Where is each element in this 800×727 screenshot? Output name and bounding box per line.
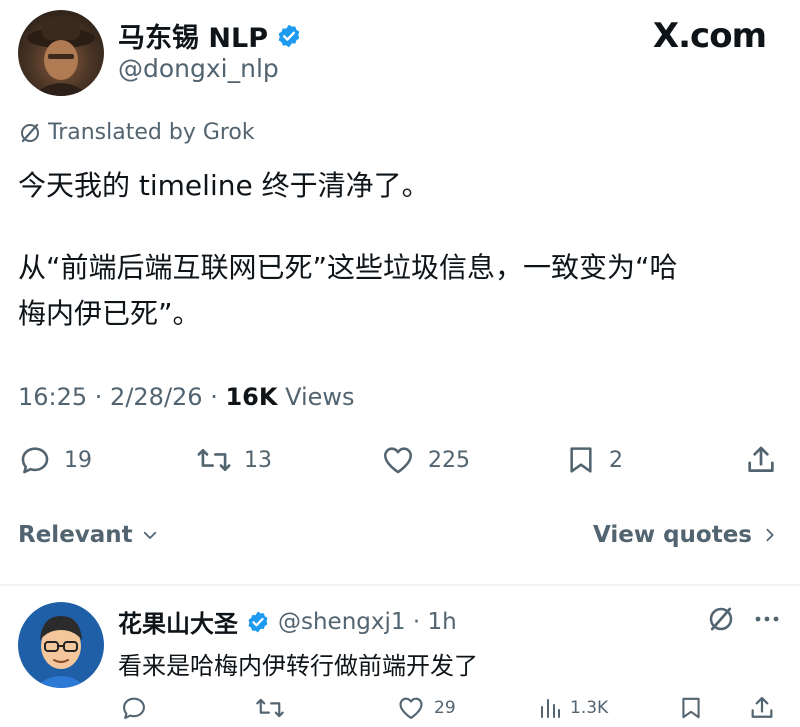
relevant-label: Relevant [18,522,133,548]
reply-button[interactable]: 19 [18,443,92,477]
chevron-down-icon [143,531,156,539]
chevron-right-icon [766,528,774,542]
more-options-icon [755,616,779,622]
avatar-portrait-icon [27,20,95,96]
grok-icon [709,607,733,631]
reply-header: 花果山大圣 @shengxj1 · 1h [118,604,457,639]
reply-icon [21,447,49,474]
analytics-icon [541,699,560,718]
divider [0,584,800,586]
verified-badge-icon [278,24,300,47]
like-button[interactable]: 225 [380,443,470,477]
reply-like-button[interactable]: 29 [396,694,456,722]
reply-share-button[interactable] [748,694,776,726]
reply-author-avatar[interactable] [18,602,104,688]
bookmark-button[interactable]: 2 [565,443,623,477]
retweet-icon [197,448,231,472]
retweet-button[interactable]: 13 [196,443,272,477]
reply-bookmark-button[interactable] [678,694,704,726]
author-handle[interactable]: @dongxi_nlp [118,54,279,83]
reply-like-count: 29 [434,698,456,718]
reply-handle[interactable]: @shengxj1 [278,609,406,635]
reply-reply-button[interactable] [120,694,148,726]
bookmark-count: 2 [609,447,623,473]
reply-icon [123,697,145,719]
views-count: 16K [225,383,278,411]
tweet-body-line: 今天我的 timeline 终于清净了。 [18,169,430,202]
reply-views-count: 1.3K [570,698,609,718]
reply-time[interactable]: · 1h [406,609,457,635]
reply-more-button[interactable] [752,606,782,636]
tweet-body-line: 梅内伊已死”。 [18,297,201,330]
brand-label: X.com [652,16,767,56]
tweet-body-line: 从“前端后端互联网已死”这些垃圾信息，一致变为“哈 [18,251,678,284]
cartoon-avatar-icon [34,616,88,688]
view-quotes-label: View quotes [592,522,752,548]
reply-count: 19 [64,447,92,473]
author-name-row: 马东锡 NLP [118,16,302,55]
grok-icon [21,123,39,142]
reply-retweet-button[interactable] [255,694,285,726]
share-icon [748,446,774,472]
view-quotes-link[interactable]: View quotes [593,522,778,548]
relevant-dropdown[interactable]: Relevant [18,522,159,548]
views-label: Views [277,383,355,411]
verified-badge-icon [248,611,268,632]
bookmark-icon [682,697,700,719]
author-name[interactable]: 马东锡 NLP [118,16,268,55]
retweet-count: 13 [244,447,272,473]
tweet-body: 今天我的 timeline 终于清净了。 从“前端后端互联网已死”这些垃圾信息，… [18,163,678,337]
heart-icon [399,697,423,719]
reply-text: 看来是哈梅内伊转行做前端开发了 [118,652,478,680]
translated-label: Translated by Grok [48,120,255,145]
reply-author-name[interactable]: 花果山大圣 [118,604,238,639]
translated-row[interactable]: Translated by Grok [18,120,255,145]
reply-views-button[interactable]: 1.3K [538,694,608,722]
tweet-time[interactable]: 16:25 · 2/28/26 · [18,383,225,411]
author-avatar[interactable] [18,10,104,96]
reply-grok-button[interactable] [706,604,736,638]
share-button[interactable] [744,443,778,481]
share-icon [751,696,773,718]
retweet-icon [256,698,284,718]
like-count: 225 [428,447,470,473]
tweet-meta: 16:25 · 2/28/26 · 16K Views [18,383,355,411]
heart-icon [383,447,413,474]
bookmark-icon [570,447,592,473]
